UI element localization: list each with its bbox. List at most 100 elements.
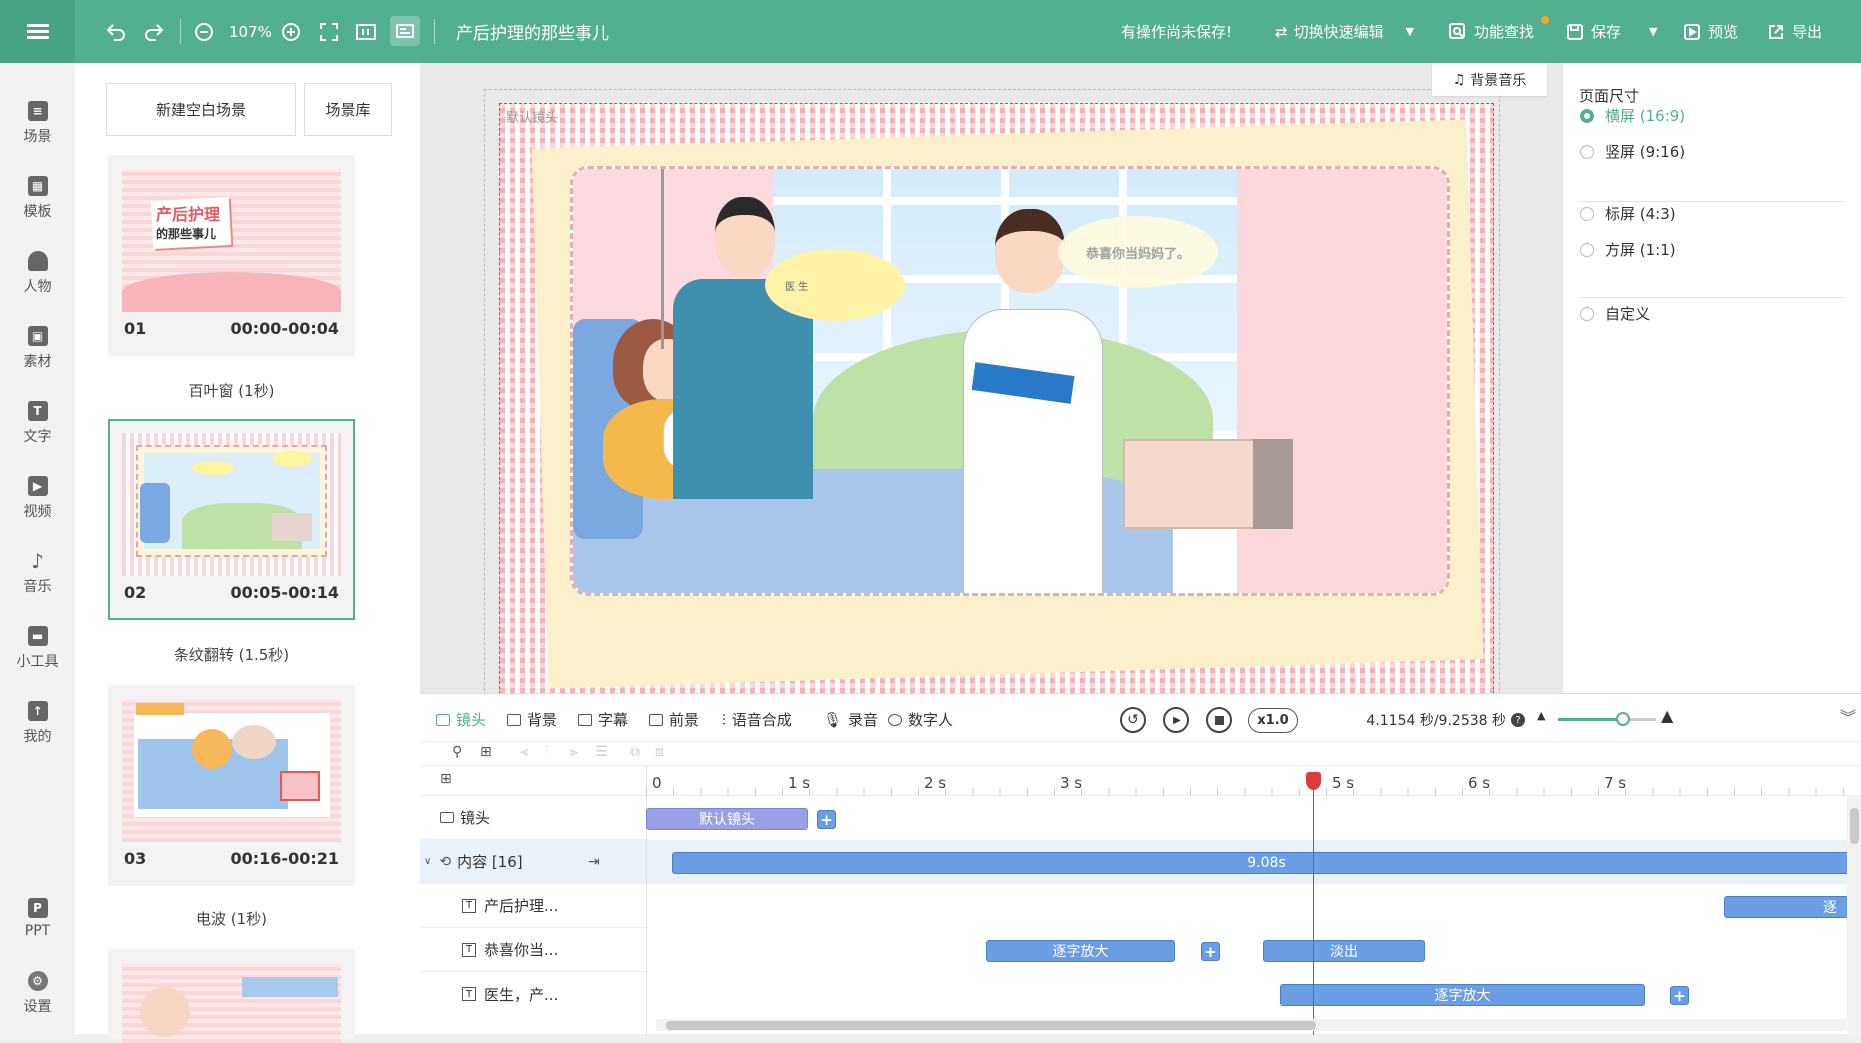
tab-lens[interactable]: 镜头 xyxy=(436,709,486,730)
nav-tools[interactable]: ▬ 小工具 xyxy=(0,613,75,683)
caption-icon[interactable] xyxy=(390,16,420,46)
tab-label: 语音合成 xyxy=(731,711,792,729)
add-lens-button[interactable]: + xyxy=(817,810,836,829)
group-icon[interactable]: ⊞ xyxy=(480,744,492,760)
nav-character[interactable]: 人物 xyxy=(0,238,75,308)
nav-video[interactable]: ▶ 视频 xyxy=(0,463,75,533)
scene-card-01[interactable]: 产后护理 的那些事儿 01 00:00-00:04 xyxy=(108,155,355,356)
text1-clip[interactable]: 逐 xyxy=(1724,896,1861,918)
new-blank-scene-button[interactable]: 新建空白场景 xyxy=(106,83,296,136)
zoom-in-icon[interactable] xyxy=(280,0,302,63)
hscroll-thumb[interactable] xyxy=(666,1021,1316,1030)
switch-quick-edit-button[interactable]: ⇄ 切换快速编辑 ▼ xyxy=(1275,0,1414,63)
tab-label: 背景 xyxy=(527,711,558,729)
nav-material[interactable]: ▣ 素材 xyxy=(0,313,75,383)
nav-music[interactable]: ♪ 音乐 xyxy=(0,538,75,608)
scene-card-03[interactable]: 03 00:16-00:21 xyxy=(108,685,355,886)
replay-icon[interactable]: ↺ xyxy=(1120,707,1146,733)
filter-icon[interactable]: ⚲ xyxy=(452,744,462,760)
tab-tts[interactable]: ⫶ 语音合成 xyxy=(722,709,792,730)
radio-label: 横屏 (16:9) xyxy=(1605,107,1686,125)
stop-icon[interactable] xyxy=(1206,707,1232,733)
radio-custom[interactable]: 自定义 xyxy=(1580,303,1650,324)
text2-clip-fade[interactable]: 淡出 xyxy=(1263,940,1425,962)
track-lens[interactable]: 镜头 xyxy=(420,796,646,840)
fullscreen-icon[interactable] xyxy=(318,0,340,63)
zoom-slider-handle[interactable] xyxy=(1616,712,1630,726)
lens-clip[interactable]: 默认镜头 xyxy=(646,808,808,830)
radio-dot[interactable] xyxy=(1580,306,1594,321)
undo-icon[interactable] xyxy=(104,0,128,63)
expand-chevron-icon[interactable]: ∨ xyxy=(424,856,431,867)
radio-portrait[interactable]: 竖屏 (9:16) xyxy=(1580,141,1685,162)
text3-clip-zoom[interactable]: 逐字放大 xyxy=(1280,984,1645,1006)
play-icon[interactable]: ▶ xyxy=(1163,707,1189,733)
ratio-icon[interactable] xyxy=(355,0,377,63)
radio-landscape[interactable]: 横屏 (16:9) xyxy=(1580,105,1685,126)
project-title[interactable]: 产后护理的那些事儿 xyxy=(456,0,609,63)
speed-button[interactable]: x1.0 xyxy=(1248,708,1298,733)
radio-dot[interactable] xyxy=(1580,108,1594,123)
function-find-button[interactable]: 功能查找 xyxy=(1448,0,1549,63)
tab-label: 镜头 xyxy=(456,711,487,729)
align-right-icon: ⫸ xyxy=(570,744,578,760)
track-text-2[interactable]: T 恭喜你当... xyxy=(420,928,646,972)
menu-icon[interactable] xyxy=(0,0,75,63)
transition-label[interactable]: 条纹翻转 (1.5秒) xyxy=(108,644,355,665)
track-text-1[interactable]: T 产后护理... xyxy=(420,884,646,928)
scene-card-04[interactable] xyxy=(108,949,355,1043)
transition-label[interactable]: 电波 (1秒) xyxy=(108,908,355,929)
speech-bubble-left[interactable]: 医 生 xyxy=(765,249,905,321)
help-icon[interactable]: ? xyxy=(1511,713,1525,727)
radio-dot[interactable] xyxy=(1580,144,1594,159)
add-effect-button[interactable]: + xyxy=(1670,986,1689,1005)
radio-dot[interactable] xyxy=(1580,242,1594,257)
preview-button[interactable]: 预览 xyxy=(1683,0,1738,63)
tab-foreground[interactable]: 前景 xyxy=(649,709,699,730)
playhead-handle[interactable] xyxy=(1306,772,1321,790)
nav-template[interactable]: ▦ 模板 xyxy=(0,163,75,233)
radio-label: 方屏 (1:1) xyxy=(1605,241,1676,259)
export-button[interactable]: 导出 xyxy=(1767,0,1822,63)
radio-dot[interactable] xyxy=(1580,206,1594,221)
nav-ppt[interactable]: P PPT xyxy=(0,883,75,953)
scene-library-button[interactable]: 场景库 xyxy=(304,83,392,136)
stage[interactable]: 默认镜头 医 生 恭喜你当妈妈了。 xyxy=(499,103,1494,719)
tab-background[interactable]: 背景 xyxy=(507,709,557,730)
background-music-button[interactable]: ♫ 背景音乐 xyxy=(1432,63,1547,96)
tab-subtitle[interactable]: 字幕 xyxy=(578,709,628,730)
nav-settings[interactable]: ⚙ 设置 xyxy=(0,958,75,1028)
scene-icon: ≡ xyxy=(27,100,48,121)
transition-label[interactable]: 百叶窗 (1秒) xyxy=(108,380,355,401)
playhead[interactable] xyxy=(1313,779,1314,1035)
radio-standard[interactable]: 标屏 (4:3) xyxy=(1580,203,1676,224)
content-clip[interactable]: 9.08s xyxy=(672,852,1861,874)
timeline-vscrollbar[interactable] xyxy=(1847,796,1861,1035)
scene-thumbnail xyxy=(122,433,341,576)
zoom-out-icon[interactable] xyxy=(193,0,215,63)
add-effect-button[interactable]: + xyxy=(1201,942,1220,961)
save-button[interactable]: 保存 ▼ xyxy=(1566,0,1657,63)
chevron-down-icon[interactable]: ▼ xyxy=(1649,25,1657,38)
nav-scene[interactable]: ≡ 场景 xyxy=(0,88,75,158)
chevron-down-icon[interactable]: ▼ xyxy=(1406,25,1414,38)
layout-icon[interactable]: ⊞ xyxy=(440,771,452,787)
zoom-large-icon[interactable]: ▲ xyxy=(1661,706,1673,725)
enter-icon[interactable]: ⇥ xyxy=(588,854,600,870)
speech-bubble-right[interactable]: 恭喜你当妈妈了。 xyxy=(1058,216,1218,288)
scene-card-02[interactable]: 02 00:05-00:14 xyxy=(108,419,355,620)
text2-clip-zoom[interactable]: 逐字放大 xyxy=(986,940,1175,962)
redo-icon[interactable] xyxy=(142,0,166,63)
track-text-3[interactable]: T 医生，产... xyxy=(420,972,646,1016)
zoom-small-icon[interactable]: ▲ xyxy=(1537,709,1545,722)
nav-text[interactable]: T 文字 xyxy=(0,388,75,458)
vscroll-thumb[interactable] xyxy=(1850,808,1859,844)
collapse-chevron-icon[interactable]: ︾ xyxy=(1840,704,1856,728)
tab-record[interactable]: 🎙 录音 xyxy=(823,709,878,730)
zoom-slider[interactable] xyxy=(1558,712,1656,726)
nav-mine[interactable]: ↑ 我的 xyxy=(0,688,75,758)
scene-number: 02 xyxy=(124,583,147,602)
tab-digital-human[interactable]: 数字人 xyxy=(888,709,953,730)
radio-square[interactable]: 方屏 (1:1) xyxy=(1580,239,1676,260)
timeline-hscrollbar[interactable] xyxy=(656,1019,1846,1031)
